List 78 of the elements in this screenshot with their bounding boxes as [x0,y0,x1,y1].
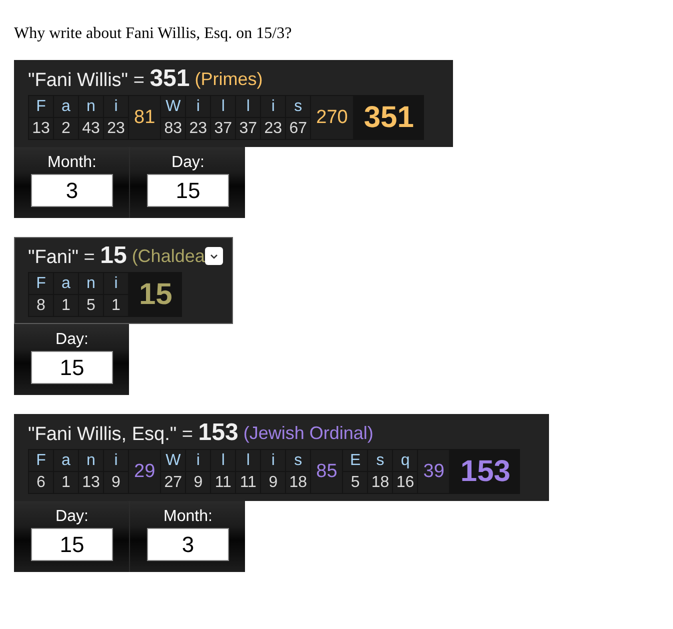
letter-value-cell: 13 [79,472,103,493]
letter-cell: F [29,450,53,471]
letter-value-cell: 23 [104,118,128,139]
letter-cell: i [104,273,128,294]
letter-cell: W [161,450,186,471]
word-sum-cell: 81 [129,96,160,139]
letter-cell: n [79,96,103,117]
letter-cell: i [186,450,210,471]
letter-value-cell: 23 [261,118,286,139]
field-label: Day: [56,330,88,349]
caret-icon [210,254,218,258]
letter-value-cell: 1 [104,295,128,316]
letter-cell: i [104,450,128,471]
date-field[interactable]: 15 [31,528,113,561]
letter-cell: a [54,450,78,471]
letter-value-cell: 16 [393,472,418,493]
letter-cell: i [261,450,286,471]
word-sum-cell: 29 [129,450,160,493]
letter-value-cell: 2 [54,118,78,139]
letter-cell: l [236,96,260,117]
date-field[interactable]: 3 [31,174,113,207]
letter-value-cell: 5 [79,295,103,316]
cipher-name: (Jewish Ordinal) [243,422,374,444]
letter-value-cell: 83 [161,118,186,139]
letter-value-cell: 67 [286,118,310,139]
word-sum-cell: 270 [311,96,353,139]
letter-value-cell: 11 [211,472,236,493]
letter-value-cell: 23 [186,118,210,139]
cipher-name: (Primes) [194,68,263,90]
letter-cell: W [161,96,186,117]
letter-cell: l [211,96,236,117]
field-label: Day: [56,507,88,526]
date-field[interactable]: 15 [147,174,229,207]
phrase-equation: "Fani" = 15 [28,242,127,270]
date-field[interactable]: 15 [31,351,113,384]
letter-cell: i [186,96,210,117]
letter-cell: l [211,450,236,471]
letter-value-cell: 43 [79,118,103,139]
letter-value-cell: 37 [236,118,260,139]
letter-value-cell: 8 [29,295,53,316]
letter-value-cell: 18 [368,472,392,493]
cipher-name: (Chaldea [132,246,205,266]
letter-value-cell: 5 [343,472,368,493]
word-sum-cell: 85 [311,450,342,493]
letter-cell: F [29,96,53,117]
letter-cell: n [79,273,103,294]
letter-value-cell: 9 [261,472,286,493]
letter-cell: F [29,273,53,294]
letter-cell: n [79,450,103,471]
dropdown-button[interactable] [204,247,223,265]
field-label: Month: [164,507,212,526]
letter-cell: l [236,450,260,471]
letter-value-cell: 13 [29,118,53,139]
date-field[interactable]: 3 [147,528,229,561]
letter-cell: i [261,96,286,117]
letter-value-cell: 18 [286,472,310,493]
letter-value-cell: 37 [211,118,236,139]
letter-value-cell: 6 [29,472,53,493]
letter-cell: q [393,450,418,471]
field-label: Day: [172,153,204,172]
letter-cell: a [54,273,78,294]
letter-cell: s [368,450,392,471]
letter-cell: a [54,96,78,117]
letter-value-cell: 1 [54,472,78,493]
phrase-equation: "Fani Willis" = 351 [28,65,190,93]
letter-value-cell: 9 [186,472,210,493]
letter-value-cell: 9 [104,472,128,493]
question-text: Why write about Fani Willis, Esq. on 15/3? [14,25,292,43]
letter-cell: i [104,96,128,117]
letter-cell: E [343,450,368,471]
word-sum-cell: 39 [418,450,450,493]
letter-value-cell: 27 [161,472,186,493]
letter-value-cell: 1 [54,295,78,316]
field-label: Month: [48,153,96,172]
letter-cell: s [286,450,310,471]
phrase-equation: "Fani Willis, Esq." = 153 [28,419,238,447]
letter-cell: s [286,96,310,117]
letter-value-cell: 11 [236,472,260,493]
